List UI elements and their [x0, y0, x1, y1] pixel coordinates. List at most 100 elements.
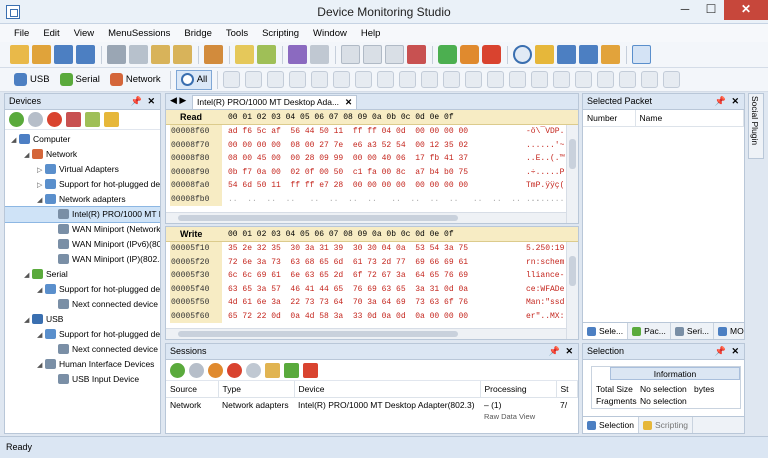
- expand-arrow-icon[interactable]: ◢: [24, 268, 32, 283]
- tab-selection[interactable]: Selection: [583, 417, 639, 433]
- chart-icon[interactable]: [575, 71, 593, 88]
- tree-item[interactable]: WAN Miniport (Network Mor: [5, 222, 160, 237]
- hex-bytes[interactable]: 35 2e 32 35 30 3a 31 39 30 30 04 0a 53 5…: [228, 242, 468, 256]
- menu-view[interactable]: View: [74, 28, 94, 39]
- pause-icon[interactable]: [460, 45, 479, 64]
- tree-item[interactable]: ◢ Support for hot-plugged devic: [5, 282, 160, 297]
- hex-row[interactable]: 00005f50 4d 61 6e 3a 22 73 73 64 70 3a 64…: [166, 296, 578, 310]
- column-source[interactable]: Source: [166, 381, 219, 398]
- hex-ascii[interactable]: TmP.ÿÿç(: [526, 179, 564, 193]
- hex-row[interactable]: 00008fa0 54 6d 50 11 ff ff e7 28 00 00 00…: [166, 179, 578, 193]
- hex-bytes[interactable]: 00 00 00 00 08 00 27 7e e6 a3 52 54 00 1…: [228, 139, 468, 153]
- maximize-button[interactable]: ☐: [698, 0, 724, 20]
- hex-row[interactable]: 00005f10 35 2e 32 35 30 3a 31 39 30 30 04…: [166, 242, 578, 256]
- serial-button[interactable]: Serial: [56, 70, 104, 90]
- hex-bytes[interactable]: 4d 61 6e 3a 22 73 73 64 70 3a 64 69 73 6…: [228, 296, 468, 310]
- tree-item[interactable]: ◢ Serial: [5, 267, 160, 282]
- cut-icon[interactable]: [107, 45, 126, 64]
- menu-file[interactable]: File: [14, 28, 29, 39]
- expand-arrow-icon[interactable]: ◢: [11, 133, 19, 148]
- expand-arrow-icon[interactable]: ◢: [24, 148, 32, 163]
- pause-icon[interactable]: [189, 362, 204, 378]
- column-name[interactable]: Name: [635, 110, 744, 127]
- find-next-icon[interactable]: [257, 45, 276, 64]
- hex-ascii[interactable]: ..E..(.™: [526, 152, 564, 166]
- window-icon[interactable]: [465, 71, 483, 88]
- hex-ascii[interactable]: lliance-: [526, 269, 564, 283]
- tab-nav-arrows[interactable]: ◀ ▶: [170, 95, 186, 106]
- clock-icon[interactable]: [377, 71, 395, 88]
- vertical-scrollbar[interactable]: [566, 242, 578, 339]
- tab-close-icon[interactable]: ✕: [345, 97, 352, 107]
- close-panel-icon[interactable]: ✕: [565, 344, 573, 359]
- tree-item[interactable]: ◢ Human Interface Devices: [5, 357, 160, 372]
- expand-arrow-icon[interactable]: ◢: [37, 283, 45, 298]
- connect-icon[interactable]: [85, 112, 100, 127]
- close-panel-icon[interactable]: ✕: [147, 94, 155, 109]
- copy-icon[interactable]: [443, 71, 461, 88]
- expand-arrow-icon[interactable]: ◢: [24, 313, 32, 328]
- hex-ascii[interactable]: Man:"ssd: [526, 296, 564, 310]
- remove-icon[interactable]: [303, 362, 318, 378]
- export-icon[interactable]: [663, 71, 681, 88]
- menu-scripting[interactable]: Scripting: [262, 28, 299, 39]
- hex-ascii[interactable]: er"..MX:: [526, 310, 564, 324]
- pin-icon[interactable]: 📌: [715, 94, 726, 109]
- horizontal-scrollbar[interactable]: [166, 328, 566, 339]
- tree-item[interactable]: ◢ Network: [5, 147, 160, 162]
- tree-item[interactable]: ◢ Computer: [5, 132, 160, 147]
- tab-scripting[interactable]: Scripting: [639, 417, 694, 433]
- window-icon[interactable]: [487, 71, 505, 88]
- tab-modbus[interactable]: MO...: [714, 323, 744, 339]
- save-all-icon[interactable]: [76, 45, 95, 64]
- tree-item[interactable]: Intel(R) PRO/1000 MT Desk: [5, 206, 160, 223]
- hex-ascii[interactable]: ce:WFADe: [526, 283, 564, 297]
- social-plugin-side-tab[interactable]: Social Plugin: [748, 93, 764, 159]
- chart-icon[interactable]: [553, 71, 571, 88]
- tree-item[interactable]: WAN Miniport (IP)(802.3): [5, 252, 160, 267]
- export-icon[interactable]: [385, 45, 404, 64]
- paste-special-icon[interactable]: [173, 45, 192, 64]
- device-icon[interactable]: [204, 45, 223, 64]
- hex-bytes[interactable]: 08 00 45 00 00 28 09 99 00 00 40 06 17 f…: [228, 152, 468, 166]
- hex-ascii[interactable]: rn:schem: [526, 256, 564, 270]
- pin-icon[interactable]: 📌: [715, 344, 726, 359]
- minimize-button[interactable]: ─: [672, 0, 698, 20]
- star-icon[interactable]: [104, 112, 119, 127]
- tree-item[interactable]: Next connected device: [5, 297, 160, 312]
- vertical-scrollbar[interactable]: [566, 125, 578, 223]
- stop-icon[interactable]: [227, 362, 242, 378]
- tree-item[interactable]: ▷ Support for hot-plugged devic: [5, 177, 160, 192]
- column-number[interactable]: Number: [583, 110, 636, 127]
- stop-icon[interactable]: [47, 112, 62, 127]
- tab-intel-adapter[interactable]: Intel(R) PRO/1000 MT Desktop Ada... ✕: [192, 95, 358, 110]
- users-icon[interactable]: [421, 71, 439, 88]
- filter-icon[interactable]: [288, 45, 307, 64]
- save-icon[interactable]: [54, 45, 73, 64]
- network-button[interactable]: Network: [106, 70, 165, 90]
- horizontal-scrollbar[interactable]: [166, 212, 566, 223]
- export-icon[interactable]: [641, 71, 659, 88]
- column-processing[interactable]: Processing: [480, 381, 557, 398]
- expand-arrow-icon[interactable]: ▷: [37, 163, 45, 178]
- close-panel-icon[interactable]: ✕: [731, 344, 739, 359]
- usb-button[interactable]: USB: [10, 70, 54, 90]
- hex-row[interactable]: 00005f40 63 65 3a 57 46 41 44 65 76 69 63…: [166, 282, 578, 297]
- properties-icon[interactable]: [265, 362, 280, 378]
- pause-icon[interactable]: [28, 112, 43, 127]
- tree-item[interactable]: ▷ Virtual Adapters: [5, 162, 160, 177]
- add-session-icon[interactable]: [9, 112, 24, 127]
- users-icon[interactable]: [531, 71, 549, 88]
- expand-arrow-icon[interactable]: ◢: [37, 193, 45, 208]
- hex-bytes[interactable]: .. .. .. .. .. .. .. .. .. .. .. .. .. .…: [228, 193, 540, 207]
- window-icon[interactable]: [557, 45, 576, 64]
- tree-item[interactable]: ◢ Network adapters: [5, 192, 160, 207]
- hex-ascii[interactable]: ......'~: [526, 139, 564, 153]
- tree-item[interactable]: ◢ USB: [5, 312, 160, 327]
- tab-serial[interactable]: Seri...: [671, 323, 715, 339]
- tree-item[interactable]: WAN Miniport (IPv6)(802.3): [5, 237, 160, 252]
- hex-bytes[interactable]: 0b f7 0a 00 02 0f 00 50 c1 fa 00 8c a7 b…: [228, 166, 468, 180]
- table-row[interactable]: Network Network adapters Intel(R) PRO/10…: [166, 397, 578, 412]
- key-icon[interactable]: [535, 45, 554, 64]
- pause-icon[interactable]: [208, 362, 223, 378]
